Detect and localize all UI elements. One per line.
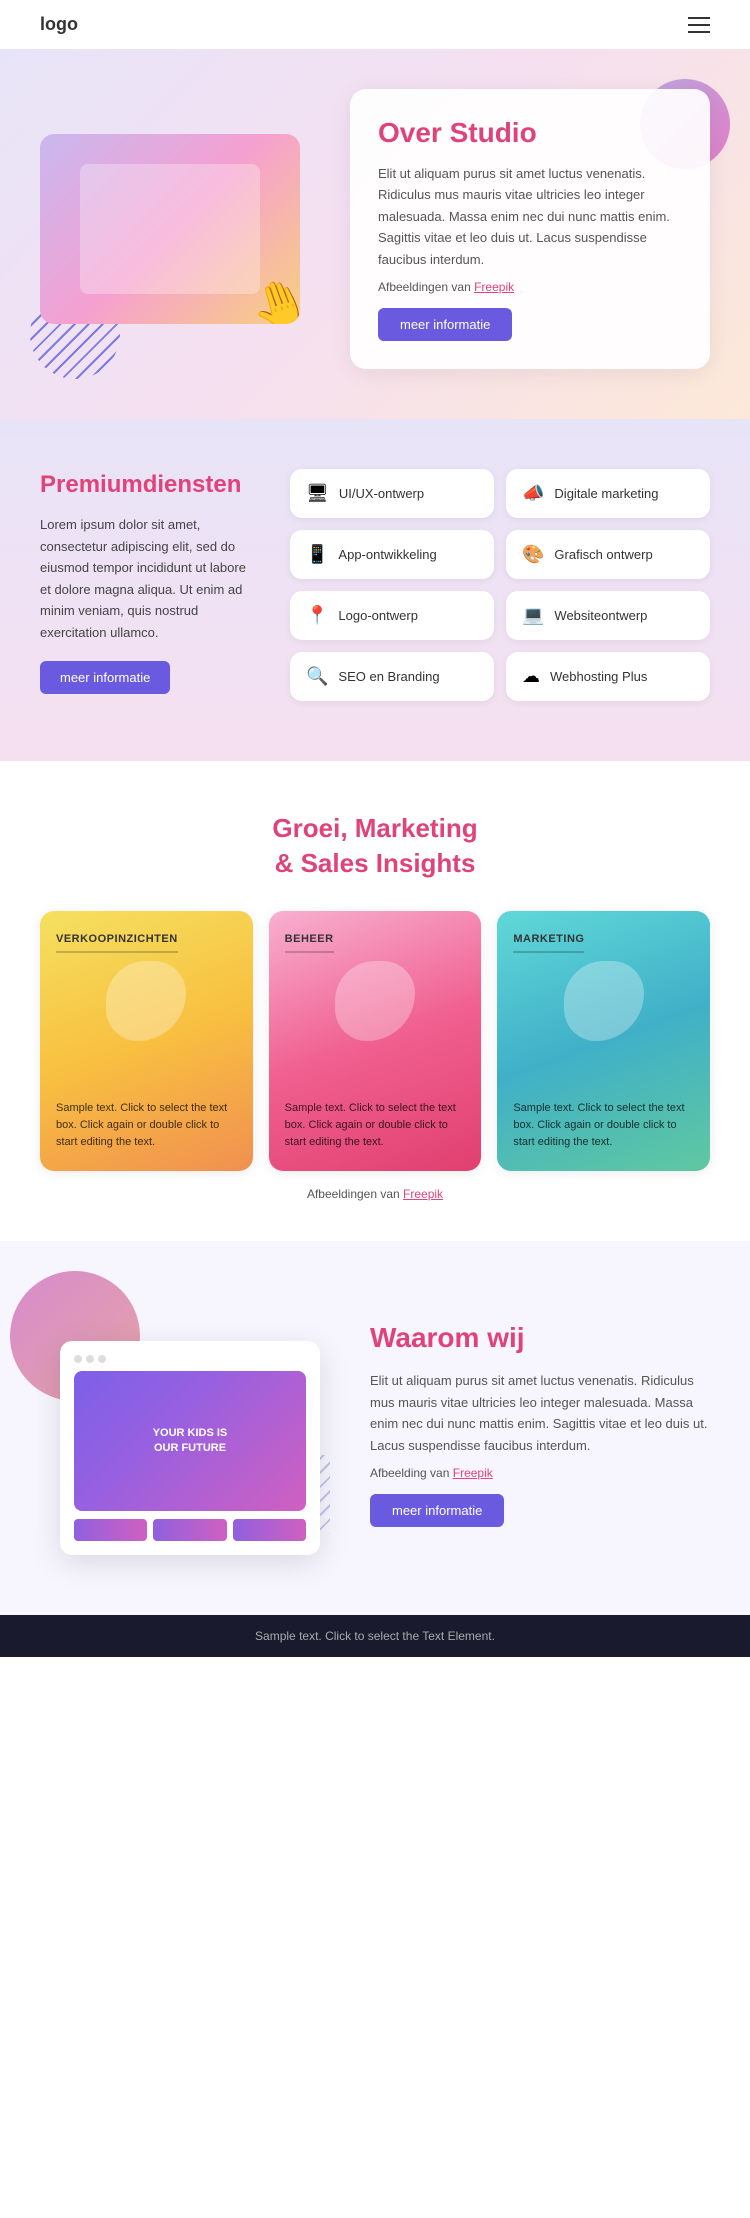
hero-mockup: 🤚 — [40, 134, 300, 324]
services-title: Premiumdiensten — [40, 469, 250, 500]
blob-shape — [106, 961, 186, 1041]
whyus-title: Waarom wij — [370, 1320, 710, 1356]
whyus-box-3 — [233, 1519, 306, 1541]
service-icon: 🔍 — [306, 666, 328, 687]
service-icon: 📍 — [306, 605, 328, 626]
service-label: Grafisch ontwerp — [554, 547, 652, 562]
service-label: SEO en Branding — [338, 669, 439, 684]
service-icon: 🎨 — [522, 544, 544, 565]
insights-title: Groei, Marketing & Sales Insights — [40, 811, 710, 881]
whyus-more-info-button[interactable]: meer informatie — [370, 1494, 504, 1527]
whyus-mockup-content: YOUR KIDS IS OUR FUTURE — [74, 1371, 306, 1511]
hero-section: 🤚 Over Studio Elit ut aliquam purus sit … — [0, 49, 750, 419]
hero-mockup-inner — [80, 164, 260, 294]
whyus-mockup-bar — [74, 1355, 306, 1363]
insights-cards: VERKOOPINZICHTEN Sample text. Click to s… — [40, 911, 710, 1171]
hamburger-menu[interactable] — [688, 17, 710, 33]
insight-card-label: VERKOOPINZICHTEN — [56, 933, 178, 953]
service-card[interactable]: 💻 Websiteontwerp — [506, 591, 710, 640]
services-description: Lorem ipsum dolor sit amet, consectetur … — [40, 514, 250, 643]
insight-card-label: BEHEER — [285, 933, 334, 953]
insight-card: VERKOOPINZICHTEN Sample text. Click to s… — [40, 911, 253, 1171]
footer: Sample text. Click to select the Text El… — [0, 1615, 750, 1657]
whyus-dot-1 — [74, 1355, 82, 1363]
blob-shape — [564, 961, 644, 1041]
service-card[interactable]: ☁ Webhosting Plus — [506, 652, 710, 701]
insight-card-text: Sample text. Click to select the text bo… — [285, 1100, 466, 1151]
whyus-freepik-link[interactable]: Freepik — [453, 1466, 493, 1480]
service-card[interactable]: 🔍 SEO en Branding — [290, 652, 494, 701]
service-label: Logo-ontwerp — [338, 608, 418, 623]
service-card[interactable]: 🖥 UI/UX-ontwerp — [290, 469, 494, 518]
services-section: Premiumdiensten Lorem ipsum dolor sit am… — [0, 419, 750, 761]
services-left-panel: Premiumdiensten Lorem ipsum dolor sit am… — [40, 469, 250, 694]
service-label: Webhosting Plus — [550, 669, 647, 684]
whyus-freepik-credit: Afbeelding van Freepik — [370, 1466, 710, 1480]
hero-image: 🤚 — [40, 134, 320, 324]
whyus-left: YOUR KIDS IS OUR FUTURE — [40, 1291, 340, 1555]
service-label: UI/UX-ontwerp — [339, 486, 424, 501]
insights-freepik-link[interactable]: Freepik — [403, 1187, 443, 1201]
whyus-description: Elit ut aliquam purus sit amet luctus ve… — [370, 1370, 710, 1456]
hero-title: Over Studio — [378, 117, 682, 149]
logo: logo — [40, 14, 78, 35]
services-grid: 🖥 UI/UX-ontwerp 📣 Digitale marketing 📱 A… — [290, 469, 710, 701]
insights-freepik-credit: Afbeeldingen van Freepik — [40, 1187, 710, 1201]
service-icon: 🖥 — [306, 483, 329, 504]
service-label: Digitale marketing — [554, 486, 658, 501]
insight-card-label: MARKETING — [513, 933, 584, 953]
insight-card-blob — [56, 961, 237, 1041]
services-more-info-button[interactable]: meer informatie — [40, 661, 170, 694]
hero-more-info-button[interactable]: meer informatie — [378, 308, 512, 341]
hero-description: Elit ut aliquam purus sit amet luctus ve… — [378, 163, 682, 270]
whyus-mockup: YOUR KIDS IS OUR FUTURE — [60, 1341, 320, 1555]
insight-card-blob — [285, 961, 466, 1041]
whyus-box-1 — [74, 1519, 147, 1541]
hero-text-card: Over Studio Elit ut aliquam purus sit am… — [350, 89, 710, 369]
insight-card: MARKETING Sample text. Click to select t… — [497, 911, 710, 1171]
service-icon: 📣 — [522, 483, 544, 504]
whyus-box-2 — [153, 1519, 226, 1541]
service-icon: 💻 — [522, 605, 544, 626]
whyus-mockup-text: YOUR KIDS IS OUR FUTURE — [143, 1416, 238, 1467]
service-label: App-ontwikkeling — [338, 547, 436, 562]
insight-card-text: Sample text. Click to select the text bo… — [56, 1100, 237, 1151]
insight-card: BEHEER Sample text. Click to select the … — [269, 911, 482, 1171]
insight-card-blob — [513, 961, 694, 1041]
whyus-dot-3 — [98, 1355, 106, 1363]
insights-section: Groei, Marketing & Sales Insights VERKOO… — [0, 761, 750, 1241]
service-card[interactable]: 📱 App-ontwikkeling — [290, 530, 494, 579]
service-label: Websiteontwerp — [554, 608, 647, 623]
hero-freepik-link[interactable]: Freepik — [474, 280, 514, 294]
service-icon: ☁ — [522, 666, 540, 687]
whyus-dot-2 — [86, 1355, 94, 1363]
insight-card-text: Sample text. Click to select the text bo… — [513, 1100, 694, 1151]
whyus-right-panel: Waarom wij Elit ut aliquam purus sit ame… — [370, 1320, 710, 1527]
whyus-section: YOUR KIDS IS OUR FUTURE Waarom wij Elit … — [0, 1241, 750, 1615]
service-card[interactable]: 🎨 Grafisch ontwerp — [506, 530, 710, 579]
service-card[interactable]: 📣 Digitale marketing — [506, 469, 710, 518]
blob-shape — [335, 961, 415, 1041]
header: logo — [0, 0, 750, 49]
whyus-mockup-row — [74, 1519, 306, 1541]
footer-text: Sample text. Click to select the Text El… — [40, 1629, 710, 1643]
service-icon: 📱 — [306, 544, 328, 565]
hero-freepik-credit: Afbeeldingen van Freepik — [378, 280, 682, 294]
service-card[interactable]: 📍 Logo-ontwerp — [290, 591, 494, 640]
